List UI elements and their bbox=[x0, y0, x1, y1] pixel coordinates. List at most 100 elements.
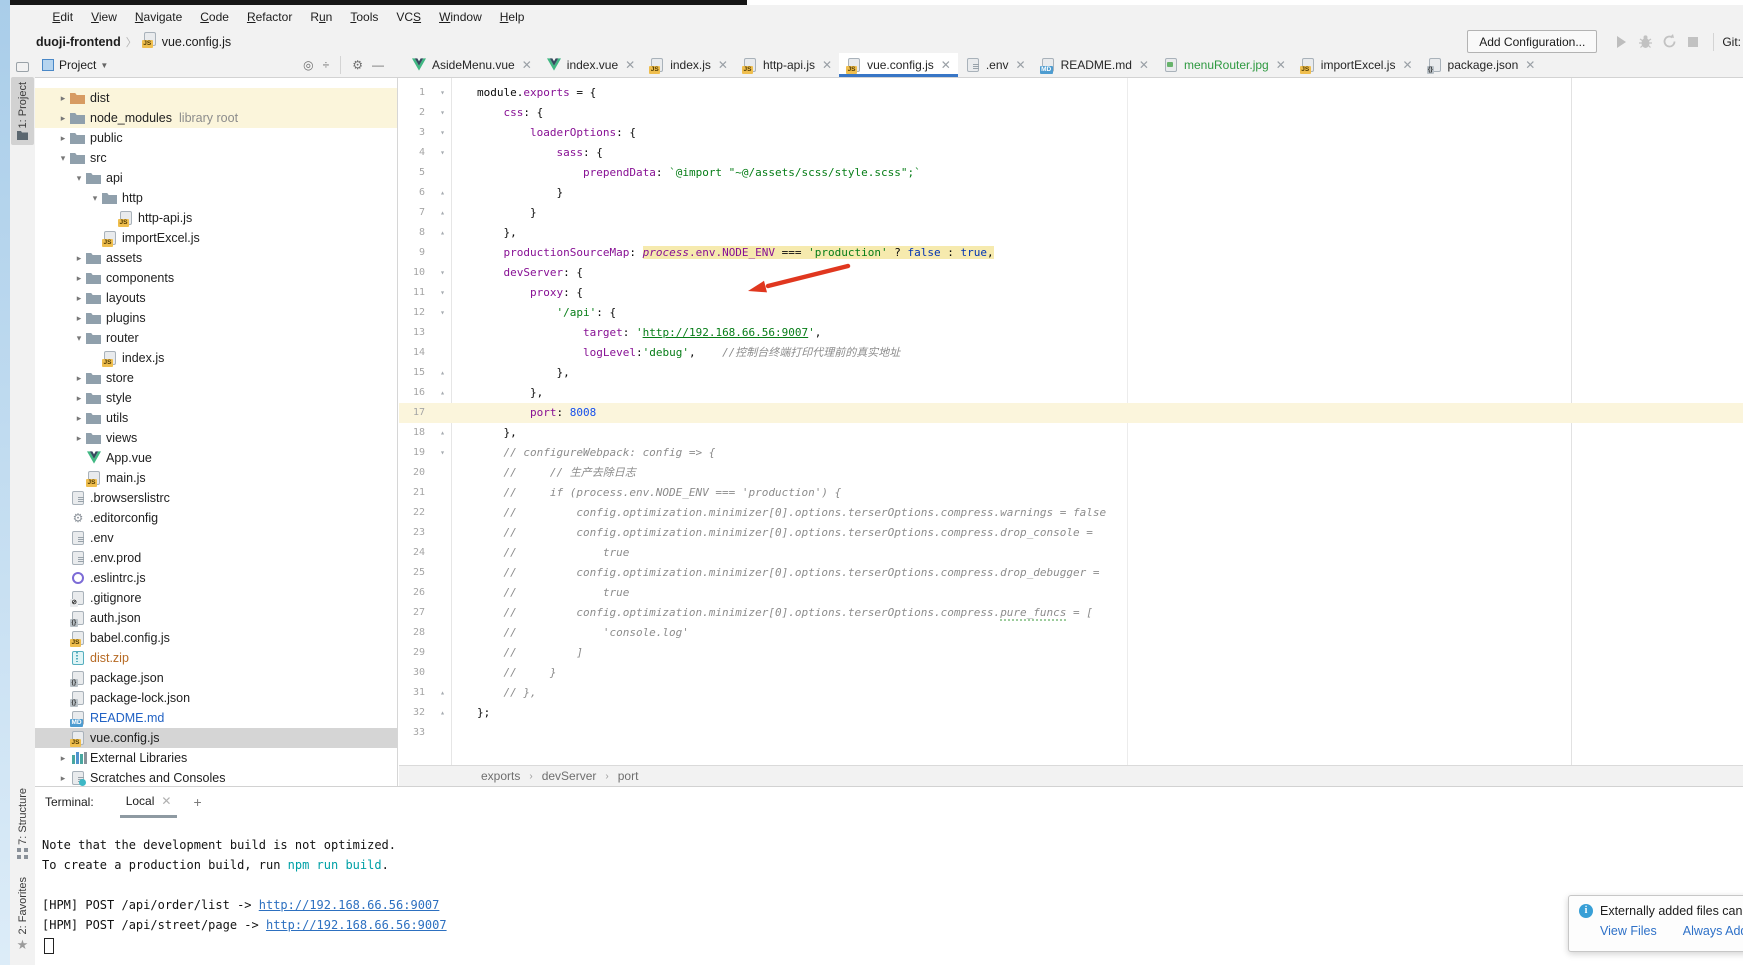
fold-end-icon[interactable]: ▴ bbox=[434, 423, 451, 443]
close-icon[interactable]: ✕ bbox=[1016, 58, 1026, 72]
always-add-link[interactable]: Always Add bbox=[1683, 924, 1743, 938]
chevron-right-icon[interactable]: ▸ bbox=[72, 253, 86, 264]
close-icon[interactable]: ✕ bbox=[161, 794, 171, 808]
chevron-down-icon[interactable]: ▼ bbox=[100, 61, 108, 70]
fold-start-icon[interactable]: ▾ bbox=[434, 83, 451, 103]
chevron-right-icon[interactable]: ▸ bbox=[72, 393, 86, 404]
tree-item-components[interactable]: ▸components bbox=[35, 268, 397, 288]
close-icon[interactable]: ✕ bbox=[1276, 58, 1286, 72]
terminal-tab-local[interactable]: Local ✕ bbox=[120, 786, 178, 818]
close-icon[interactable]: ✕ bbox=[522, 58, 532, 72]
terminal-link[interactable]: http://192.168.66.56:9007 bbox=[259, 898, 440, 912]
tree-item--browserslistrc[interactable]: .browserslistrc bbox=[35, 488, 397, 508]
debug-icon[interactable] bbox=[1633, 32, 1657, 52]
tree-item--env-prod[interactable]: .env.prod bbox=[35, 548, 397, 568]
fold-end-icon[interactable]: ▴ bbox=[434, 203, 451, 223]
code-line-8[interactable]: 8▴ }, bbox=[399, 223, 1743, 243]
tab-index-vue[interactable]: index.vue✕ bbox=[539, 53, 642, 77]
tree-item-utils[interactable]: ▸utils bbox=[35, 408, 397, 428]
menu-window[interactable]: Window bbox=[430, 8, 491, 26]
rerun-icon[interactable] bbox=[1657, 32, 1681, 52]
code-line-30[interactable]: 30 // } bbox=[399, 663, 1743, 683]
tab-importexcel-js[interactable]: JSimportExcel.js✕ bbox=[1293, 53, 1420, 77]
tree-item-api[interactable]: ▾api bbox=[35, 168, 397, 188]
fold-start-icon[interactable]: ▾ bbox=[434, 263, 451, 283]
tree-item--eslintrc-js[interactable]: .eslintrc.js bbox=[35, 568, 397, 588]
breadcrumb-port[interactable]: port bbox=[618, 769, 639, 783]
project-panel-title[interactable]: Project bbox=[59, 58, 96, 72]
breadcrumb-file[interactable]: vue.config.js bbox=[162, 35, 231, 49]
code-line-20[interactable]: 20 // // 生产去除日志 bbox=[399, 463, 1743, 483]
code-line-26[interactable]: 26 // true bbox=[399, 583, 1743, 603]
code-line-16[interactable]: 16▴ }, bbox=[399, 383, 1743, 403]
chevron-down-icon[interactable]: ▾ bbox=[72, 333, 86, 344]
code-line-28[interactable]: 28 // 'console.log' bbox=[399, 623, 1743, 643]
menu-navigate[interactable]: Navigate bbox=[126, 8, 191, 26]
code-line-1[interactable]: 1▾module.exports = { bbox=[399, 83, 1743, 103]
close-icon[interactable]: ✕ bbox=[718, 58, 728, 72]
code-line-2[interactable]: 2▾ css: { bbox=[399, 103, 1743, 123]
fold-end-icon[interactable]: ▴ bbox=[434, 703, 451, 723]
tab-readme-md[interactable]: MDREADME.md✕ bbox=[1033, 53, 1156, 77]
tree-item-plugins[interactable]: ▸plugins bbox=[35, 308, 397, 328]
add-configuration-button[interactable]: Add Configuration... bbox=[1467, 30, 1597, 53]
code-line-4[interactable]: 4▾ sass: { bbox=[399, 143, 1743, 163]
chevron-right-icon[interactable]: ▸ bbox=[56, 773, 70, 784]
tree-item-assets[interactable]: ▸assets bbox=[35, 248, 397, 268]
tree-item-vue-config-js[interactable]: JSvue.config.js bbox=[35, 728, 397, 748]
stop-icon[interactable] bbox=[1681, 32, 1705, 52]
code-line-19[interactable]: 19▾ // configureWebpack: config => { bbox=[399, 443, 1743, 463]
tree-item-dist-zip[interactable]: dist.zip bbox=[35, 648, 397, 668]
fold-end-icon[interactable]: ▴ bbox=[434, 363, 451, 383]
fold-end-icon[interactable]: ▴ bbox=[434, 223, 451, 243]
tree-item--editorconfig[interactable]: ⚙.editorconfig bbox=[35, 508, 397, 528]
code-line-15[interactable]: 15▴ }, bbox=[399, 363, 1743, 383]
code-line-27[interactable]: 27 // config.optimization.minimizer[0].o… bbox=[399, 603, 1743, 623]
fold-start-icon[interactable]: ▾ bbox=[434, 123, 451, 143]
chevron-right-icon[interactable]: ▸ bbox=[56, 133, 70, 144]
code-line-24[interactable]: 24 // true bbox=[399, 543, 1743, 563]
close-icon[interactable]: ✕ bbox=[1402, 58, 1412, 72]
fold-start-icon[interactable]: ▾ bbox=[434, 303, 451, 323]
tree-item--env[interactable]: .env bbox=[35, 528, 397, 548]
code-line-5[interactable]: 5 prependData: `@import "~@/assets/scss/… bbox=[399, 163, 1743, 183]
sidebar-item-structure[interactable]: 7: Structure bbox=[11, 788, 34, 859]
menu-refactor[interactable]: Refactor bbox=[238, 8, 301, 26]
chevron-right-icon[interactable]: ▸ bbox=[72, 293, 86, 304]
tree-item--gitignore[interactable]: ⊘.gitignore bbox=[35, 588, 397, 608]
close-icon[interactable]: ✕ bbox=[941, 58, 951, 72]
breadcrumb-exports[interactable]: exports bbox=[481, 769, 520, 783]
tree-item-views[interactable]: ▸views bbox=[35, 428, 397, 448]
close-icon[interactable]: ✕ bbox=[1525, 58, 1535, 72]
tree-item-external-libraries[interactable]: ▸External Libraries bbox=[35, 748, 397, 768]
tree-item-package-lock-json[interactable]: {}package-lock.json bbox=[35, 688, 397, 708]
fold-start-icon[interactable]: ▾ bbox=[434, 443, 451, 463]
tab-vue-config-js[interactable]: JSvue.config.js✕ bbox=[839, 53, 958, 77]
code-line-14[interactable]: 14 logLevel:'debug', //控制台终端打印代理前的真实地址 bbox=[399, 343, 1743, 363]
chevron-down-icon[interactable]: ▾ bbox=[72, 173, 86, 184]
code-line-6[interactable]: 6▴ } bbox=[399, 183, 1743, 203]
chevron-right-icon[interactable]: ▸ bbox=[56, 753, 70, 764]
chevron-right-icon[interactable]: ▸ bbox=[56, 113, 70, 124]
code-line-17[interactable]: 17 port: 8008 bbox=[399, 403, 1743, 423]
tree-item-src[interactable]: ▾src bbox=[35, 148, 397, 168]
chevron-right-icon[interactable]: ▸ bbox=[72, 273, 86, 284]
chevron-right-icon[interactable]: ▸ bbox=[56, 93, 70, 104]
close-icon[interactable]: ✕ bbox=[1139, 58, 1149, 72]
tab-menurouter-jpg[interactable]: menuRouter.jpg✕ bbox=[1156, 53, 1293, 77]
tab-asidemenu-vue[interactable]: AsideMenu.vue✕ bbox=[404, 53, 539, 77]
tree-item-dist[interactable]: ▸dist bbox=[35, 88, 397, 108]
sidebar-item-favorites[interactable]: 2: Favorites ★ bbox=[11, 877, 34, 953]
code-line-13[interactable]: 13 target: 'http://192.168.66.56:9007', bbox=[399, 323, 1743, 343]
tree-item-scratches-and-consoles[interactable]: ▸Scratches and Consoles bbox=[35, 768, 397, 786]
chevron-right-icon[interactable]: ▸ bbox=[72, 373, 86, 384]
chevron-down-icon[interactable]: ▾ bbox=[56, 153, 70, 164]
collapse-all-icon[interactable]: ÷ bbox=[323, 59, 330, 71]
code-editor[interactable]: 1▾module.exports = {2▾ css: {3▾ loaderOp… bbox=[399, 78, 1743, 765]
tree-item-layouts[interactable]: ▸layouts bbox=[35, 288, 397, 308]
tree-item-package-json[interactable]: {}package.json bbox=[35, 668, 397, 688]
code-line-29[interactable]: 29 // ] bbox=[399, 643, 1743, 663]
fold-end-icon[interactable]: ▴ bbox=[434, 183, 451, 203]
chevron-right-icon[interactable]: ▸ bbox=[72, 313, 86, 324]
tree-item-style[interactable]: ▸style bbox=[35, 388, 397, 408]
